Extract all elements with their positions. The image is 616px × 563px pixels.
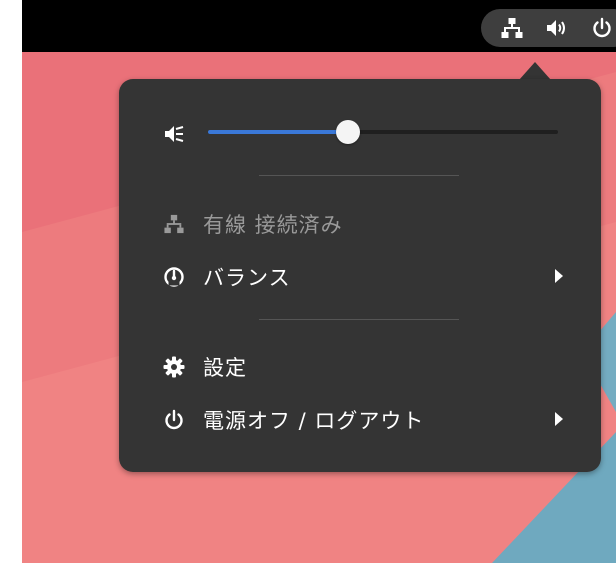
- volume-muted-icon[interactable]: [163, 123, 185, 145]
- submenu-arrow-icon: [555, 412, 563, 426]
- volume-slider[interactable]: [208, 120, 558, 144]
- separator: [259, 319, 459, 320]
- power-off-logout-label: 電源オフ / ログアウト: [203, 409, 425, 433]
- system-menu: 有線 接続済み バランス 設定 電源オフ / ログアウト: [119, 79, 601, 472]
- submenu-arrow-icon: [555, 269, 563, 283]
- network-wired-icon: [163, 213, 185, 235]
- power-mode-label: バランス: [203, 266, 291, 290]
- power-mode-item[interactable]: バランス: [163, 260, 563, 294]
- network-wired-icon: [500, 16, 524, 40]
- volume-slider-handle[interactable]: [336, 120, 360, 144]
- volume-icon: [545, 16, 569, 40]
- system-tray[interactable]: [481, 9, 616, 47]
- power-icon: [163, 409, 185, 431]
- power-off-logout-item[interactable]: 電源オフ / ログアウト: [163, 403, 563, 437]
- wired-connection-label: 有線 接続済み: [203, 213, 343, 237]
- settings-item[interactable]: 設定: [163, 350, 563, 384]
- top-bar: [22, 0, 616, 52]
- power-icon: [590, 16, 614, 40]
- separator: [259, 175, 459, 176]
- settings-label: 設定: [203, 356, 247, 380]
- power-mode-gauge-icon: [163, 266, 185, 288]
- wired-connection-item[interactable]: 有線 接続済み: [163, 207, 563, 241]
- volume-slider-fill: [208, 130, 348, 134]
- gear-icon: [163, 356, 185, 378]
- menu-pointer-arrow: [519, 62, 551, 80]
